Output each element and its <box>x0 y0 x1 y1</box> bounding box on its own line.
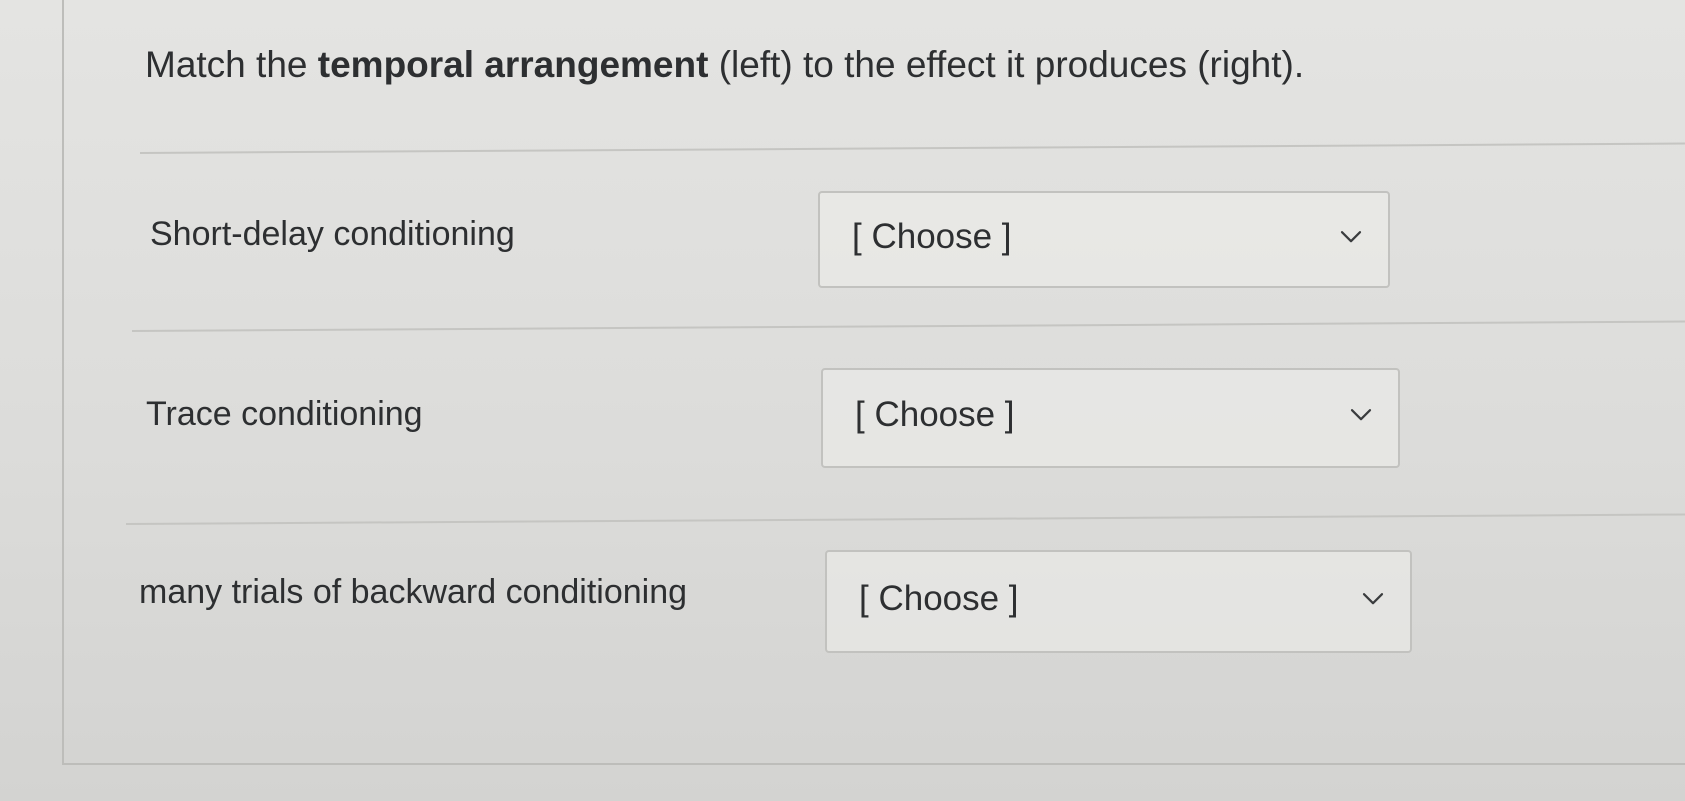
question-prompt: Match the temporal arrangement (left) to… <box>145 44 1304 86</box>
chevron-down-icon <box>1350 409 1372 421</box>
prompt-text-start: Match the <box>145 44 318 85</box>
screen-background: Match the temporal arrangement (left) to… <box>0 0 1685 801</box>
select-value: [ Choose ] <box>855 394 1015 434</box>
match-item-label: Trace conditioning <box>146 395 423 433</box>
answer-select-1[interactable]: [ Choose ] <box>818 191 1390 288</box>
prompt-text-end: (left) to the effect it produces (right)… <box>708 44 1305 85</box>
chevron-down-icon <box>1362 592 1384 604</box>
select-value: [ Choose ] <box>859 578 1019 618</box>
answer-select-3[interactable]: [ Choose ] <box>825 550 1412 653</box>
chevron-down-icon <box>1340 230 1362 242</box>
answer-select-2[interactable]: [ Choose ] <box>821 368 1400 468</box>
match-item-label: Short-delay conditioning <box>150 215 515 253</box>
select-value: [ Choose ] <box>852 216 1012 256</box>
prompt-text-bold: temporal arrangement <box>317 44 709 85</box>
match-item-label: many trials of backward conditioning <box>139 573 688 611</box>
